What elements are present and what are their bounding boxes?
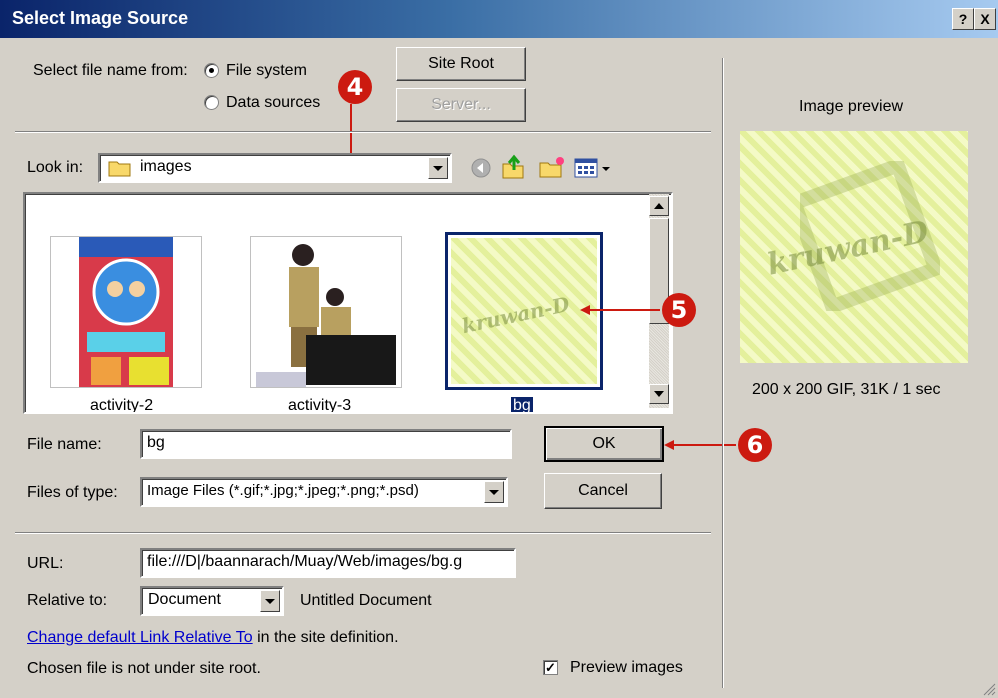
file-thumb-activity-2[interactable] [50,236,202,388]
file-type-dropdown-button[interactable] [484,481,504,503]
file-type-value: Image Files (*.gif;*.jpg;*.jpeg;*.png;*.… [147,482,419,499]
site-root-label: Site Root [428,55,494,72]
cancel-label: Cancel [578,482,628,499]
scroll-up-icon [654,203,664,209]
ok-label: OK [592,435,616,452]
marker-4: 4 [338,70,372,104]
window-title: Select Image Source [12,8,189,28]
file-label-bg[interactable]: bg [511,397,533,412]
resize-grip-icon[interactable] [982,682,996,696]
relative-value: Document [148,591,221,608]
radio-data-sources-label[interactable]: Data sources [226,94,320,112]
radio-file-system[interactable] [204,63,219,78]
new-folder-icon[interactable] [538,155,566,179]
look-in-dropdown-button[interactable] [428,157,448,179]
status-text: Chosen file is not under site root. [27,660,261,677]
title-bar: Select Image Source ? X [0,0,998,38]
file-thumb-activity-3[interactable] [250,236,402,388]
arrow-5-icon [580,305,660,315]
activity-2-image [79,237,173,387]
radio-file-system-label[interactable]: File system [226,62,307,80]
file-label-activity-2[interactable]: activity-2 [90,397,153,412]
folder-icon [108,161,131,177]
preview-images-checkbox[interactable]: ✓ [543,660,558,675]
ok-button[interactable]: OK [544,426,664,462]
preview-info: 200 x 200 GIF, 31K / 1 sec [752,381,941,398]
activity-3-image [251,237,401,387]
preview-heading: Image preview [799,98,904,115]
url-label: URL: [27,555,64,572]
bg-image: kruwan-D [451,238,597,384]
server-label: Server... [431,96,491,113]
file-name-label: File name: [27,436,102,453]
arrow-6-icon [664,440,736,450]
change-link-relative-link[interactable]: Change default Link Relative To [27,629,253,646]
file-type-label: Files of type: [27,484,118,501]
scroll-up-button[interactable] [649,196,669,216]
scroll-down-icon [654,391,664,397]
separator-top [15,131,711,133]
server-button[interactable]: Server... [396,88,526,122]
preview-image: kruwan-D [740,131,968,363]
file-label-activity-3[interactable]: activity-3 [288,397,351,412]
scroll-down-button[interactable] [649,384,669,404]
url-value: file:///D|/baannarach/Muay/Web/images/bg… [147,553,463,570]
relative-select[interactable]: Document [140,586,284,616]
file-name-input[interactable]: bg [140,429,512,459]
look-in-label: Look in: [27,159,84,176]
separator-bottom [15,532,711,534]
radio-data-sources[interactable] [204,95,219,110]
relative-note: Untitled Document [300,592,432,609]
site-root-button[interactable]: Site Root [396,47,526,81]
relative-dropdown-button[interactable] [260,590,280,612]
marker-6: 6 [738,428,772,462]
up-folder-icon[interactable] [500,152,526,180]
url-input[interactable]: file:///D|/baannarach/Muay/Web/images/bg… [140,548,516,578]
relative-label: Relative to: [27,592,108,609]
help-button[interactable]: ? [952,8,974,30]
close-button[interactable]: X [974,8,996,30]
cancel-button[interactable]: Cancel [544,473,662,509]
look-in-combo[interactable]: images [98,153,452,183]
source-label: Select file name from: [33,62,188,79]
link-suffix: in the site definition. [252,629,399,646]
file-list[interactable]: activity-2 activity-3 kruwan-D bg [23,192,673,414]
back-icon[interactable] [470,157,492,179]
file-type-select[interactable]: Image Files (*.gif;*.jpg;*.jpeg;*.png;*.… [140,477,508,507]
file-name-value: bg [147,434,165,451]
bg-watermark: kruwan-D [459,291,572,339]
vertical-separator [722,58,724,688]
marker-5: 5 [662,293,696,327]
preview-images-label[interactable]: Preview images [570,659,683,677]
view-menu-icon[interactable] [574,157,614,179]
look-in-value: images [140,158,192,175]
